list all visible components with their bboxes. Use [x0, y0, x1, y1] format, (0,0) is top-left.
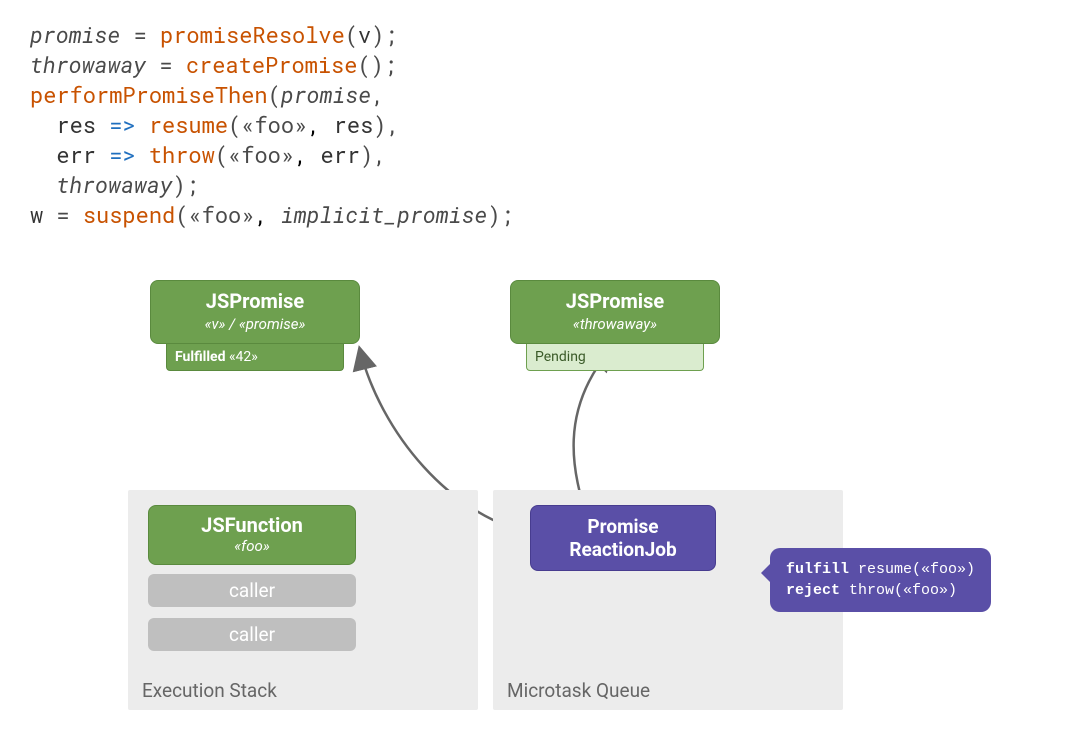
code-line-7: w = suspend(«foo», implicit_promise); [30, 200, 1050, 230]
promise-v-sub: «v» / «promise» [161, 315, 349, 333]
reaction-handlers: fulfill resume(«foo») reject throw(«foo»… [770, 548, 991, 612]
code-line-1: promise = promiseResolve(v); [30, 20, 1050, 50]
stack-caller: caller [148, 574, 356, 607]
code-line-5: err => throw(«foo», err), [30, 140, 1050, 170]
fulfill-handler: fulfill resume(«foo») [786, 559, 975, 580]
microtask-queue-label: Microtask Queue [507, 679, 650, 702]
promise-v-status: Fulfilled «42» [166, 344, 344, 371]
promise-throwaway-title: JSPromise [521, 289, 709, 313]
code-line-6: throwaway); [30, 170, 1050, 200]
code-block: promise = promiseResolve(v); throwaway =… [30, 20, 1050, 230]
jsfunction-foo: JSFunction «foo» [148, 505, 356, 565]
promise-v-title: JSPromise [161, 289, 349, 313]
jsfunction-sub: «foo» [159, 537, 345, 555]
reject-handler: reject throw(«foo») [786, 580, 975, 601]
promise-throwaway-sub: «throwaway» [521, 315, 709, 333]
code-line-3: performPromiseThen(promise, [30, 80, 1050, 110]
jsfunction-title: JSFunction [159, 513, 345, 537]
code-line-2: throwaway = createPromise(); [30, 50, 1050, 80]
speech-tail-icon [750, 562, 772, 584]
diagram: Execution Stack Microtask Queue JSPromis… [30, 270, 1050, 740]
promise-throwaway: JSPromise «throwaway» Pending [510, 280, 720, 371]
promise-reaction-job: Promise ReactionJob [530, 505, 716, 571]
stack-caller: caller [148, 618, 356, 651]
promise-throwaway-status: Pending [526, 344, 704, 371]
promise-v: JSPromise «v» / «promise» Fulfilled «42» [150, 280, 360, 371]
code-line-4: res => resume(«foo», res), [30, 110, 1050, 140]
execution-stack-label: Execution Stack [142, 679, 277, 702]
